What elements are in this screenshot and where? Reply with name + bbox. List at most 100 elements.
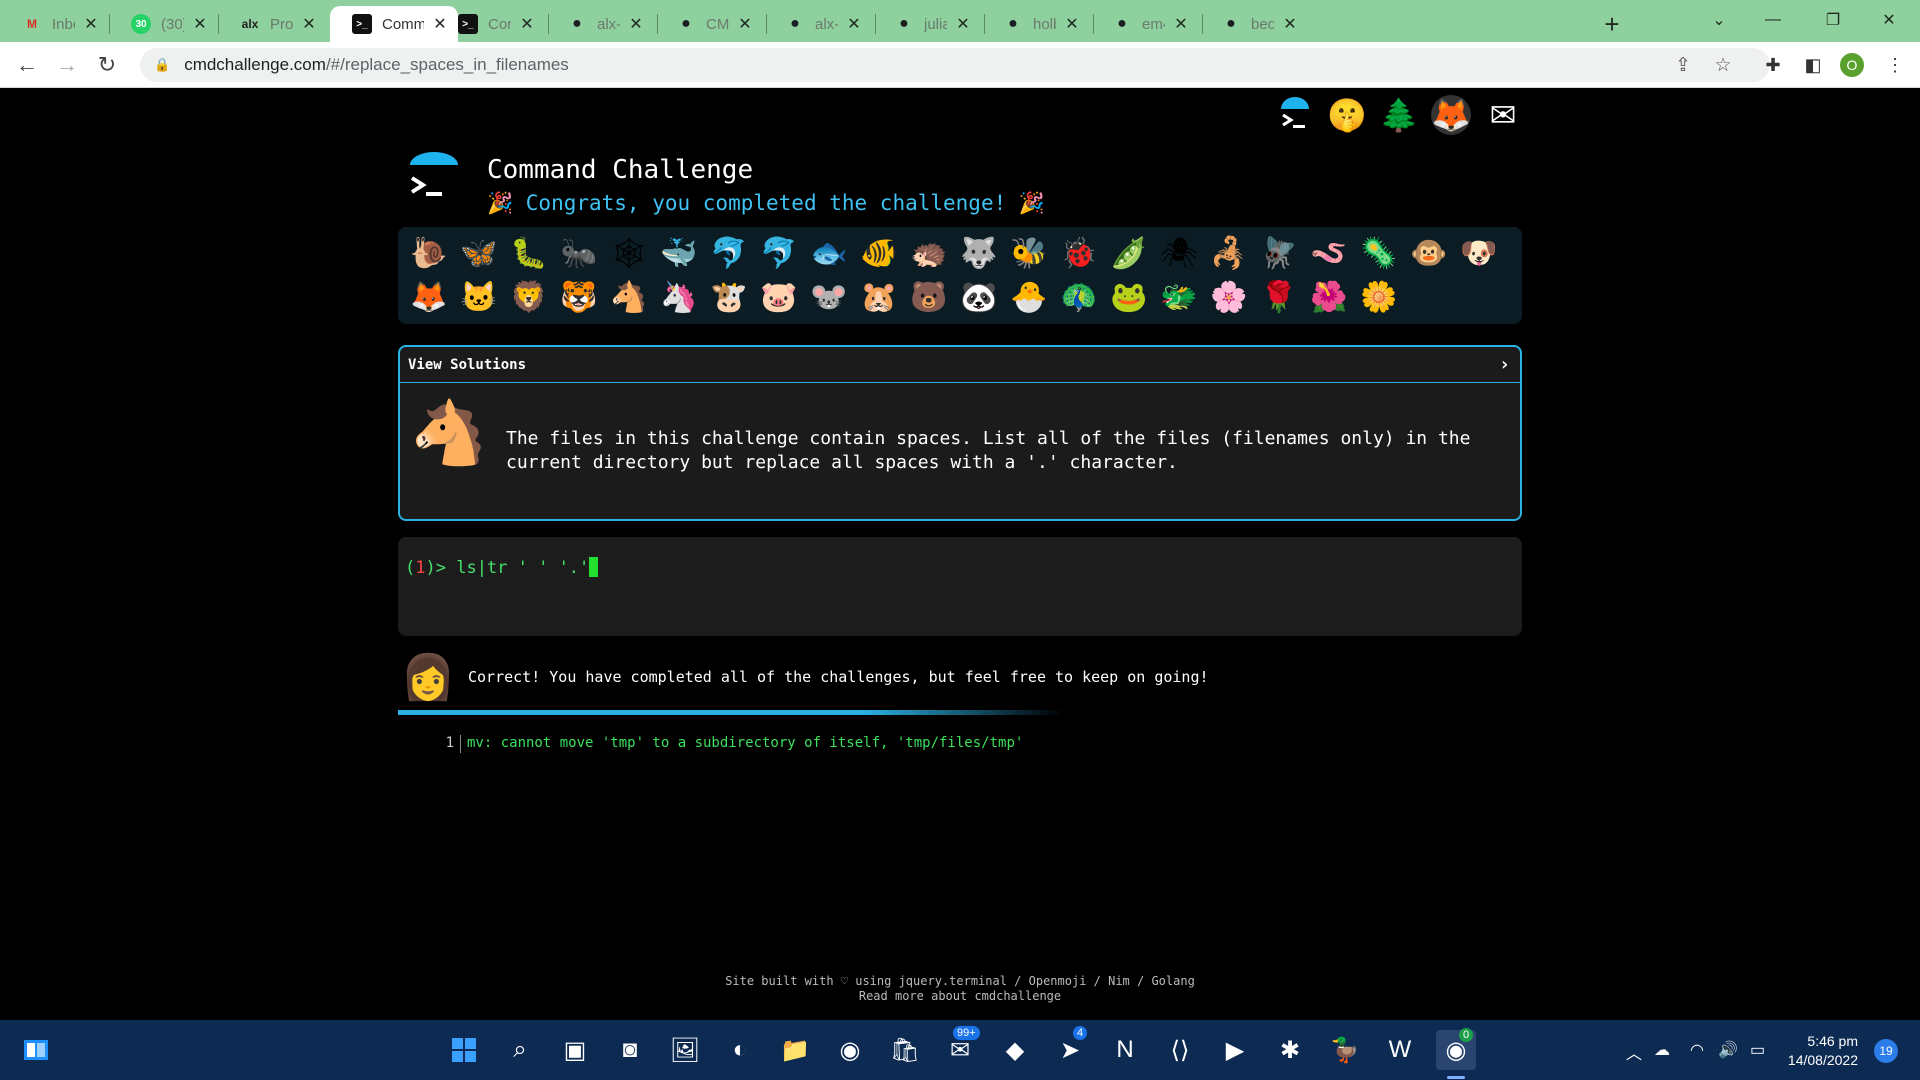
side-panel-icon[interactable]: ◧	[1798, 50, 1828, 80]
tab-close-icon[interactable]: ✕	[846, 14, 862, 34]
challenge-emoji-icon[interactable]: 🐜	[554, 231, 604, 275]
close-window-icon[interactable]: ✕	[1866, 0, 1912, 40]
challenge-emoji-icon[interactable]: 🐱	[454, 276, 504, 320]
store-icon[interactable]: 🛍	[885, 1030, 925, 1070]
challenge-emoji-icon[interactable]: 🕸	[604, 231, 654, 275]
photo-editor-icon[interactable]: 🖼	[665, 1030, 705, 1070]
tab-search-icon[interactable]: ⌄	[1696, 0, 1742, 40]
challenge-emoji-icon[interactable]: 🐲	[1154, 276, 1204, 320]
task-view-icon[interactable]: ▣	[555, 1030, 595, 1070]
browser-tab[interactable]: ● em432 ✕	[1090, 6, 1199, 42]
extensions-icon[interactable]: ✚	[1758, 50, 1788, 80]
share-icon[interactable]: ⇪	[1668, 48, 1698, 82]
challenge-emoji-icon[interactable]: 🐌	[404, 231, 454, 275]
challenge-emoji-icon[interactable]: 🦚	[1054, 276, 1104, 320]
tab-close-icon[interactable]: ✕	[301, 14, 317, 34]
slack-icon[interactable]: ✱	[1270, 1030, 1310, 1070]
challenge-emoji-icon[interactable]: 🐵	[1404, 231, 1454, 275]
tab-close-icon[interactable]: ✕	[1173, 14, 1189, 34]
challenge-emoji-icon[interactable]: 🌹	[1254, 276, 1304, 320]
challenge-emoji-icon[interactable]: 🐠	[854, 231, 904, 275]
challenge-emoji-icon[interactable]: 🌼	[1354, 276, 1404, 320]
address-bar[interactable]: 🔒 cmdchallenge.com/#/replace_spaces_in_f…	[140, 48, 1770, 82]
challenge-emoji-icon[interactable]: 🐷	[754, 276, 804, 320]
challenge-emoji-icon[interactable]: 🐼	[954, 276, 1004, 320]
zoom-icon[interactable]: ▶	[1215, 1030, 1255, 1070]
challenge-emoji-icon[interactable]: 🫛	[1104, 231, 1154, 275]
tree-icon[interactable]: 🌲	[1379, 95, 1419, 135]
challenge-emoji-icon[interactable]: 🐸	[1104, 276, 1154, 320]
challenge-emoji-icon[interactable]: 🐝	[1004, 231, 1054, 275]
tab-close-icon[interactable]: ✕	[955, 14, 971, 34]
footer-read-more-link[interactable]: Read more about cmdchallenge	[0, 989, 1920, 1004]
teams-chat-icon[interactable]: ◙	[610, 1030, 650, 1070]
cyberduck-icon[interactable]: 🦆	[1325, 1030, 1365, 1070]
challenge-emoji-icon[interactable]: 🪱	[1304, 231, 1354, 275]
widgets-icon[interactable]	[16, 1030, 56, 1070]
git-app-icon[interactable]: ◆	[995, 1030, 1035, 1070]
start-button[interactable]	[444, 1030, 484, 1070]
battery-icon[interactable]: ▭	[1750, 1040, 1765, 1060]
challenge-emoji-icon[interactable]: 🐳	[654, 231, 704, 275]
wps-office-icon[interactable]: W	[1380, 1030, 1420, 1070]
menu-icon[interactable]: ⋮	[1880, 50, 1910, 80]
onenote-icon[interactable]: N	[1105, 1030, 1145, 1070]
browser-tab[interactable]: 30 (30) Wh ✕	[109, 6, 218, 42]
browser-tab[interactable]: ● CMD-C ✕	[654, 6, 763, 42]
challenge-emoji-icon[interactable]: 🌸	[1204, 276, 1254, 320]
reload-button[interactable]: ↻	[92, 50, 122, 80]
notification-badge[interactable]: 19	[1874, 1039, 1898, 1063]
challenge-emoji-icon[interactable]: 🐹	[854, 276, 904, 320]
vscode-icon[interactable]: ⟨⟩	[1160, 1030, 1200, 1070]
challenge-emoji-icon[interactable]: 🐴	[604, 276, 654, 320]
terminal-input[interactable]: (1)> ls|tr ' ' '.'	[398, 537, 1522, 636]
new-tab-button[interactable]: +	[1600, 6, 1624, 42]
challenge-emoji-icon[interactable]: 🐮	[704, 276, 754, 320]
challenge-emoji-icon[interactable]: 🕷	[1154, 231, 1204, 275]
file-explorer-icon[interactable]: 📁	[775, 1030, 815, 1070]
challenge-emoji-icon[interactable]: 🐶	[1454, 231, 1504, 275]
browser-tab[interactable]: ● beorel/ ✕	[1199, 6, 1308, 42]
challenge-emoji-icon[interactable]: 🐬	[704, 231, 754, 275]
view-solutions-toggle[interactable]: View Solutions ›	[400, 347, 1520, 383]
onedrive-icon[interactable]: ☁	[1654, 1040, 1670, 1060]
forward-button[interactable]: →	[52, 50, 82, 80]
edge-icon[interactable]: ◐	[720, 1030, 760, 1070]
challenge-emoji-icon[interactable]: 🦔	[904, 231, 954, 275]
challenge-emoji-icon[interactable]: 🐞	[1054, 231, 1104, 275]
challenge-emoji-icon[interactable]: 🪰	[1254, 231, 1304, 275]
browser-tab[interactable]: ● alx-syst ✕	[763, 6, 872, 42]
challenge-emoji-icon[interactable]: 🦁	[504, 276, 554, 320]
challenge-emoji-icon[interactable]: 🐯	[554, 276, 604, 320]
shushing-face-icon[interactable]: 🤫	[1327, 95, 1367, 135]
tray-overflow-icon[interactable]: ︿	[1626, 1040, 1642, 1064]
challenge-emoji-icon[interactable]: 🐻	[904, 276, 954, 320]
challenge-emoji-icon[interactable]: 🦋	[454, 231, 504, 275]
terminal-logo-icon[interactable]	[1275, 95, 1315, 135]
tab-close-icon[interactable]: ✕	[519, 14, 535, 34]
wifi-icon[interactable]: ◠	[1690, 1040, 1704, 1060]
clock[interactable]: 5:46 pm 14/08/2022	[1778, 1032, 1858, 1070]
browser-tab[interactable]: ● julianch ✕	[872, 6, 981, 42]
challenge-emoji-icon[interactable]: 🌺	[1304, 276, 1354, 320]
tab-close-icon[interactable]: ✕	[192, 14, 208, 34]
challenge-emoji-icon[interactable]: 🦊	[404, 276, 454, 320]
tab-close-icon[interactable]: ✕	[737, 14, 753, 34]
challenge-emoji-icon[interactable]: 🐛	[504, 231, 554, 275]
browser-tab[interactable]: ● alx-syst ✕	[545, 6, 654, 42]
challenge-emoji-icon[interactable]: 🐺	[954, 231, 1004, 275]
restore-icon[interactable]: ❐	[1810, 0, 1856, 40]
tab-close-icon[interactable]: ✕	[628, 14, 644, 34]
tab-close-icon[interactable]: ✕	[1064, 14, 1080, 34]
challenge-emoji-icon[interactable]: 🦄	[654, 276, 704, 320]
chrome-taskbar-icon[interactable]: ◉	[830, 1030, 870, 1070]
browser-tab[interactable]: alx Project: ✕	[218, 6, 327, 42]
profile-avatar[interactable]: O	[1840, 53, 1864, 77]
browser-tab[interactable]: M Inbox (2 ✕	[0, 6, 109, 42]
gitlab-icon[interactable]: 🦊	[1431, 95, 1471, 135]
tab-close-icon[interactable]: ✕	[1282, 14, 1298, 34]
mail-icon[interactable]: ✉	[1483, 95, 1523, 135]
volume-icon[interactable]: 🔊	[1718, 1040, 1738, 1060]
challenge-emoji-icon[interactable]: 🐟	[804, 231, 854, 275]
challenge-emoji-icon[interactable]: 🦠	[1354, 231, 1404, 275]
